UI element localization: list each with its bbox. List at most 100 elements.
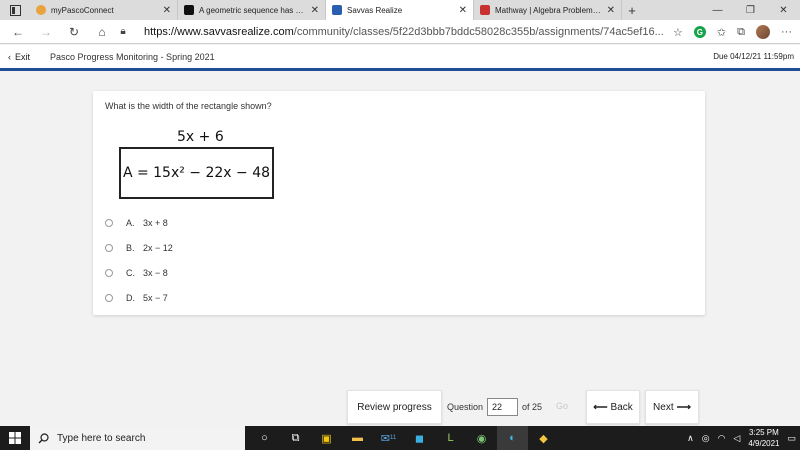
choice-letter: C. — [126, 267, 135, 278]
exit-button[interactable]: ‹ Exit — [8, 52, 30, 62]
notifications-icon[interactable]: ▭ — [787, 433, 796, 444]
windows-logo-icon — [9, 432, 21, 444]
chevron-left-icon: ‹ — [8, 51, 11, 62]
office-app-icon[interactable]: ◼ — [404, 426, 435, 450]
close-window-button[interactable]: ✕ — [767, 0, 800, 20]
home-icon[interactable]: ⌂ — [88, 25, 116, 39]
tab-actions-icon[interactable] — [9, 4, 21, 16]
tray-chevron-up-icon[interactable]: ∧ — [687, 433, 694, 444]
exit-label: Exit — [15, 51, 31, 62]
arrow-right-icon: ⟶ — [676, 401, 691, 413]
collections-icon[interactable]: ⧉ — [737, 26, 745, 39]
tab-title: A geometric sequence has an init — [199, 5, 307, 15]
address-bar[interactable]: https://www.savvasrealize.com/community/… — [144, 26, 664, 38]
next-button[interactable]: Next ⟶ — [645, 390, 699, 424]
task-view-icon[interactable]: ⧉ — [280, 426, 311, 450]
forward-arrow-icon[interactable]: → — [32, 25, 60, 39]
lock-icon[interactable]: 🔒︎ — [116, 26, 130, 37]
due-date: Due 04/12/21 11:59pm — [713, 52, 794, 61]
url-host: https://www.savvasrealize.com — [144, 25, 294, 38]
answer-choice-b[interactable]: B. 2x − 12 — [105, 235, 173, 260]
brainly-favicon-icon — [184, 5, 194, 15]
favorite-star-icon[interactable]: ☆ — [673, 26, 683, 39]
windows-start-button[interactable] — [0, 432, 30, 444]
question-total: of 25 — [522, 402, 543, 412]
choice-letter: B. — [126, 242, 135, 253]
radio-button[interactable] — [105, 268, 113, 277]
mail-icon[interactable]: ✉ 11 — [373, 426, 404, 450]
file-explorer-icon[interactable]: ▬ — [342, 426, 373, 450]
taskbar-apps: ○ ⧉ ▣ ▬ ✉ 11 ◼ L ◉ ◐ ◆ — [249, 426, 559, 450]
next-label: Next — [653, 401, 674, 413]
taskbar-clock[interactable]: 3:25 PM 4/9/2021 — [748, 427, 779, 449]
profile-avatar[interactable] — [756, 25, 770, 39]
radio-button[interactable] — [105, 293, 113, 302]
restore-button[interactable]: ❐ — [734, 0, 767, 20]
radio-button[interactable] — [105, 218, 113, 227]
back-button[interactable]: ⟵ Back — [586, 390, 640, 424]
edge-icon[interactable]: ◐ — [497, 426, 528, 450]
tab-title: Mathway | Algebra Problem Solve — [495, 5, 603, 15]
browser-tab-strip: myPascoConnect ✕ A geometric sequence ha… — [0, 0, 800, 20]
mail-badge: 11 — [389, 435, 397, 441]
choice-text: 5x − 7 — [143, 292, 168, 303]
close-tab-icon[interactable]: ✕ — [459, 5, 467, 16]
tab-mypascoconnect[interactable]: myPascoConnect ✕ — [30, 0, 178, 20]
browser-toolbar: ← → ↻ ⌂ 🔒︎ https://www.savvasrealize.com… — [0, 20, 800, 44]
question-navigator: Question of 25 — [447, 398, 542, 416]
choice-letter: A. — [126, 217, 135, 228]
cortana-icon[interactable]: ○ — [249, 426, 280, 450]
more-menu-icon[interactable]: ··· — [781, 26, 792, 38]
search-placeholder: Type here to search — [57, 432, 146, 444]
review-progress-button[interactable]: Review progress — [347, 390, 442, 424]
window-controls: — ❐ ✕ — [701, 0, 800, 20]
grammarly-extension-icon[interactable]: G — [693, 26, 706, 38]
store-icon[interactable]: ▣ — [311, 426, 342, 450]
clock-date: 4/9/2021 — [748, 439, 780, 448]
tab-title: Savvas Realize — [347, 5, 403, 15]
course-title: Pasco Progress Monitoring - Spring 2021 — [50, 51, 215, 62]
savvas-favicon-icon — [332, 5, 342, 15]
answer-choice-c[interactable]: C. 3x − 8 — [105, 260, 173, 285]
choice-text: 2x − 12 — [143, 242, 173, 253]
clock-time: 3:25 PM — [749, 428, 779, 437]
tab-actions[interactable] — [0, 0, 30, 20]
chrome-icon[interactable]: ◉ — [466, 426, 497, 450]
close-tab-icon[interactable]: ✕ — [311, 5, 319, 16]
rectangle-area-label: A = 15x² − 22x − 48 — [122, 165, 271, 181]
tab-geometric-sequence[interactable]: A geometric sequence has an init ✕ — [178, 0, 326, 20]
close-tab-icon[interactable]: ✕ — [163, 5, 171, 16]
back-arrow-icon[interactable]: ← — [4, 25, 32, 39]
minimize-button[interactable]: — — [701, 0, 734, 20]
question-card: What is the width of the rectangle shown… — [93, 91, 705, 315]
system-tray: ∧ ◎ ◠ ◁ 3:25 PM 4/9/2021 ▭ — [687, 426, 796, 450]
taskbar-search[interactable]: Type here to search — [30, 426, 245, 450]
choice-text: 3x + 8 — [143, 217, 168, 228]
search-icon — [38, 432, 49, 443]
close-tab-icon[interactable]: ✕ — [607, 5, 615, 16]
go-button[interactable]: Go — [556, 401, 568, 411]
radio-button[interactable] — [105, 243, 113, 252]
url-path: /community/classes/5f22d3bbb7bddc58028c3… — [293, 25, 664, 38]
choice-text: 3x − 8 — [143, 267, 168, 278]
favorites-icon[interactable]: ✩ — [717, 26, 726, 39]
mypascoconnect-favicon-icon — [36, 5, 46, 15]
tab-title: myPascoConnect — [51, 5, 114, 15]
header-accent-bar — [0, 68, 800, 71]
answer-choice-d[interactable]: D. 5x − 7 — [105, 285, 173, 310]
answer-choices: A. 3x + 8 B. 2x − 12 C. 3x − 8 D. 5x − 7 — [105, 210, 173, 310]
volume-icon[interactable]: ◁ — [733, 433, 740, 444]
rectangle-figure: A = 15x² − 22x − 48 — [119, 147, 274, 199]
answer-choice-a[interactable]: A. 3x + 8 — [105, 210, 173, 235]
tab-mathway[interactable]: Mathway | Algebra Problem Solve ✕ — [474, 0, 622, 20]
refresh-icon[interactable]: ↻ — [60, 25, 88, 39]
camera-icon[interactable]: ◎ — [702, 433, 710, 444]
weather-app-icon[interactable]: ◆ — [528, 426, 559, 450]
assessment-footer: Review progress Question of 25 Go ⟵ Back… — [0, 388, 800, 426]
launcher-app-icon[interactable]: L — [435, 426, 466, 450]
tab-savvas-realize[interactable]: Savvas Realize ✕ — [326, 0, 474, 20]
wifi-icon[interactable]: ◠ — [718, 433, 726, 444]
question-number-input[interactable] — [487, 398, 519, 416]
new-tab-button[interactable]: + — [622, 0, 642, 20]
choice-letter: D. — [126, 292, 135, 303]
